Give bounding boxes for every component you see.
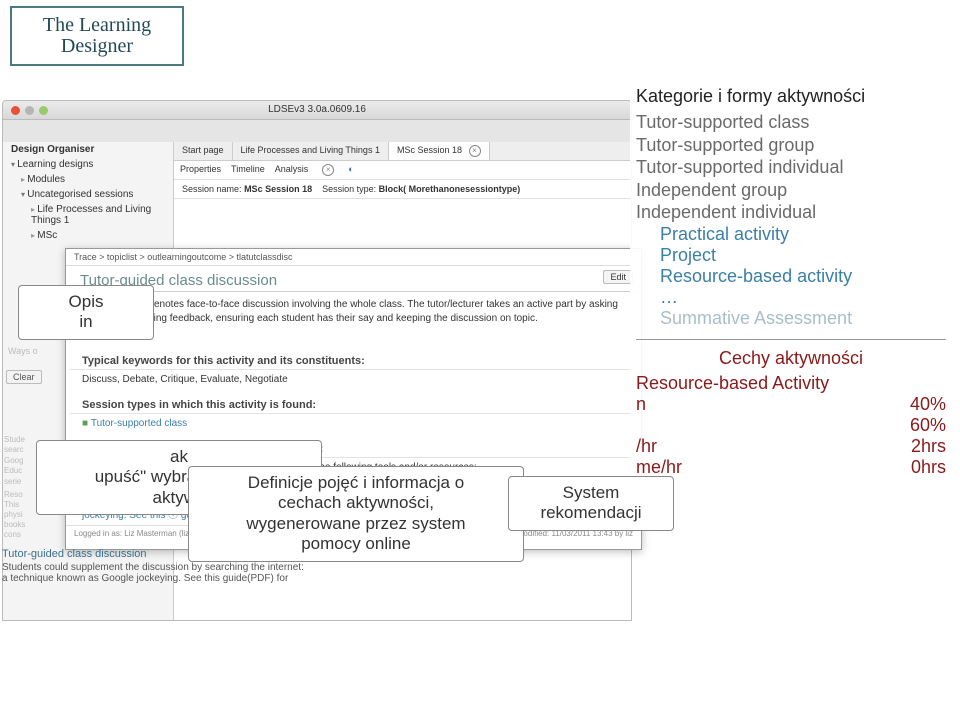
zoom-icon[interactable]: [39, 106, 48, 115]
sidebar-item-modules[interactable]: Modules: [3, 172, 173, 187]
session-type-value: Block( Morethanonesessiontype): [379, 184, 521, 194]
app-logo: The Learning Designer: [10, 6, 184, 66]
window-controls[interactable]: [5, 102, 54, 119]
wiki-trace: Trace > topiclist > outlearningoutcome >…: [66, 249, 641, 266]
separator: [636, 339, 946, 340]
kategorie-heading: Kategorie i formy aktywności: [636, 86, 946, 107]
subtab-properties[interactable]: Properties: [180, 164, 221, 176]
wiki-sect2-title: Session types in which this activity is …: [70, 389, 637, 414]
tab-start[interactable]: Start page: [174, 142, 233, 160]
callout-description: Opis in: [18, 285, 154, 340]
cat-line: Independent individual: [636, 201, 946, 224]
cat-line: Independent group: [636, 179, 946, 202]
session-type-label: Session type:: [322, 184, 376, 194]
main-tabs: Start page Life Processes and Living Thi…: [174, 142, 631, 161]
activity-category: Resource-based Activity: [636, 373, 946, 394]
cat-sub: Practical activity: [636, 224, 946, 245]
cechy-heading: Cechy aktywności: [636, 348, 946, 369]
edit-button[interactable]: Edit: [603, 270, 633, 284]
cat-sub: Summative Assessment: [636, 308, 946, 329]
close-tab-icon[interactable]: ×: [469, 145, 481, 157]
prop-row: /hr2hrs: [636, 436, 946, 457]
wiki-sect1-title: Typical keywords for this activity and i…: [70, 345, 637, 370]
tab-msc[interactable]: MSc Session 18 ×: [389, 142, 490, 160]
tutor-body: Students could supplement the discussion…: [2, 562, 307, 584]
cat-line: Tutor-supported group: [636, 134, 946, 157]
cat-line: Tutor-supported individual: [636, 156, 946, 179]
sidebar-item-life-processes[interactable]: Life Processes and Living Things 1: [3, 202, 173, 228]
app-toolbar: [2, 120, 632, 142]
prop-row: n40%: [636, 394, 946, 415]
session-name-label: Session name:: [182, 184, 242, 194]
wiki-sect1-body: Discuss, Debate, Critique, Evaluate, Neg…: [66, 370, 641, 389]
wiki-title: Tutor-guided class discussion: [70, 266, 637, 292]
tab-life[interactable]: Life Processes and Living Things 1: [233, 142, 389, 160]
subtab-analysis[interactable]: Analysis: [275, 164, 309, 176]
subtab-timeline[interactable]: Timeline: [231, 164, 265, 176]
prop-row: me/hr0hrs: [636, 457, 946, 478]
window-titlebar: LDSEv3 3.0a.0609.16: [2, 100, 632, 120]
cat-sub: Resource-based activity: [636, 266, 946, 287]
clear-button[interactable]: Clear: [6, 370, 42, 384]
logo-line1: The Learning: [43, 15, 151, 36]
cat-line: Tutor-supported class: [636, 111, 946, 134]
faded-label-ways: Ways o: [8, 346, 38, 356]
sidebar-heading: Design Organiser: [3, 142, 173, 157]
cat-sub: …: [636, 287, 946, 308]
callout-recommendation-system: System rekomendacji: [508, 476, 674, 531]
session-info: Session name: MSc Session 18 Session typ…: [174, 180, 631, 199]
prop-row: 60%: [636, 415, 946, 436]
window-title: LDSEv3 3.0a.0609.16: [268, 104, 366, 115]
sidebar-item-learning-designs[interactable]: Learning designs: [3, 157, 173, 172]
callout-definitions: Definicje pojęć i informacja o cechach a…: [188, 466, 524, 562]
cat-sub: Project: [636, 245, 946, 266]
wiki-sect2-body: ■ Tutor-supported class: [66, 414, 641, 433]
logo-line2: Designer: [43, 36, 151, 57]
sidebar-item-msc[interactable]: MSc: [3, 228, 173, 243]
right-info-pane: Kategorie i formy aktywności Tutor-suppo…: [630, 80, 952, 492]
close-subtab-icon[interactable]: ×: [322, 164, 334, 176]
sub-tabs: Properties Timeline Analysis × ◐: [174, 161, 631, 180]
session-name-value: MSc Session 18: [244, 184, 312, 194]
sidebar-item-uncategorised[interactable]: Uncategorised sessions: [3, 187, 173, 202]
minimize-icon[interactable]: [25, 106, 34, 115]
close-icon[interactable]: [11, 106, 20, 115]
help-icon[interactable]: ◐: [348, 164, 353, 176]
